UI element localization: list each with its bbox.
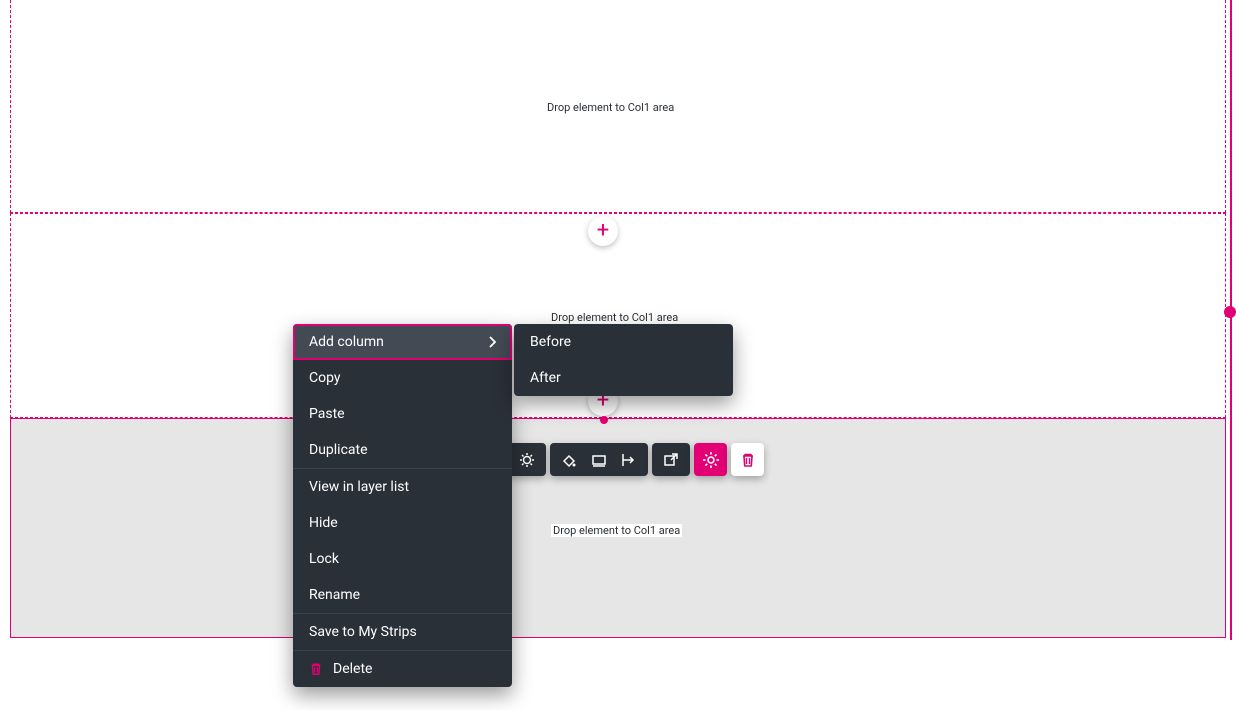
drop-hint-row2: Drop element to Col1 area <box>551 311 678 324</box>
strip-toolbar <box>508 443 764 476</box>
menu-view-in-layer-list[interactable]: View in layer list <box>293 468 512 505</box>
menu-paste[interactable]: Paste <box>293 396 512 432</box>
menu-delete[interactable]: Delete <box>293 650 512 687</box>
menu-label: Lock <box>309 551 339 567</box>
menu-hide[interactable]: Hide <box>293 505 512 541</box>
open-external-icon[interactable] <box>656 445 686 474</box>
drop-hint-row1: Drop element to Col1 area <box>547 101 674 114</box>
menu-label: Delete <box>333 661 372 677</box>
submenu-before[interactable]: Before <box>514 324 733 360</box>
chevron-right-icon <box>488 336 496 348</box>
gear-icon <box>702 451 720 469</box>
menu-label: Add column <box>309 334 384 350</box>
submenu-label: Before <box>530 334 571 350</box>
context-menu: Add column Copy Paste Duplicate View in … <box>293 324 512 687</box>
menu-label: Duplicate <box>309 442 368 458</box>
settings-button[interactable] <box>694 443 727 476</box>
menu-add-column[interactable]: Add column <box>293 324 512 360</box>
menu-duplicate[interactable]: Duplicate <box>293 432 512 468</box>
resize-handle[interactable] <box>1224 306 1236 318</box>
layout-icon[interactable] <box>584 445 614 474</box>
add-strip-button-1[interactable]: + <box>588 216 618 246</box>
context-submenu-add-column: Before After <box>514 324 733 396</box>
menu-label: View in layer list <box>309 479 409 495</box>
align-left-icon[interactable] <box>614 445 644 474</box>
menu-label: Paste <box>309 406 345 422</box>
anchor-dot[interactable] <box>600 416 608 424</box>
delete-strip-button[interactable] <box>731 443 764 476</box>
menu-label: Hide <box>309 515 338 531</box>
drop-hint-row3: Drop element to Col1 area <box>551 524 682 537</box>
toolbar-group-main <box>550 443 648 476</box>
menu-label: Rename <box>309 587 360 603</box>
trash-icon <box>740 452 756 468</box>
plus-icon: + <box>597 220 609 242</box>
submenu-label: After <box>530 370 561 386</box>
bug-icon[interactable] <box>512 445 542 474</box>
toolbar-group-open <box>652 443 690 476</box>
menu-label: Copy <box>309 370 341 386</box>
menu-label: Save to My Strips <box>309 624 417 640</box>
selection-right-edge <box>1230 0 1232 640</box>
submenu-after[interactable]: After <box>514 360 733 396</box>
menu-rename[interactable]: Rename <box>293 577 512 613</box>
menu-lock[interactable]: Lock <box>293 541 512 577</box>
menu-copy[interactable]: Copy <box>293 360 512 396</box>
fill-icon[interactable] <box>554 445 584 474</box>
menu-save-to-my-strips[interactable]: Save to My Strips <box>293 613 512 650</box>
trash-icon <box>309 662 323 676</box>
toolbar-group-bug <box>508 443 546 476</box>
